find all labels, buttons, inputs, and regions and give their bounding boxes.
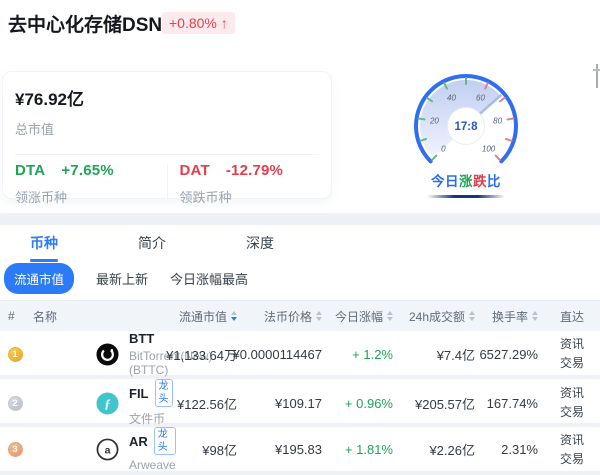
- top-loser-symbol: DAT: [180, 162, 210, 179]
- header-volume-sort[interactable]: 24h成交额: [393, 308, 475, 325]
- fil-coin-icon: ƒ: [96, 392, 119, 415]
- gauge-chart-icon: 0 20 40 60 80 100 17:8: [405, 62, 527, 184]
- cell-change: + 1.2%: [322, 347, 393, 362]
- coin-fullname: 文件币: [129, 410, 173, 427]
- coin-symbol: FIL: [129, 386, 149, 401]
- sector-change-badge: +0.80% ↑: [162, 12, 235, 34]
- cell-turnover: 2.31%: [475, 442, 538, 457]
- header-change-sort[interactable]: 今日涨幅: [322, 308, 393, 325]
- top-gainer-block: DTA +7.65% 领涨币种: [3, 162, 167, 206]
- up-down-ratio-gauge: 0 20 40 60 80 100 17:8 今日涨跌比: [405, 62, 527, 198]
- gauge-ratio-value: 17:8: [454, 121, 478, 133]
- gauge-label-underline: [427, 195, 505, 198]
- filter-newest[interactable]: 最新上新: [96, 269, 148, 288]
- news-link[interactable]: 资讯: [560, 432, 584, 449]
- cell-turnover: 167.74%: [475, 396, 538, 411]
- btt-coin-icon: [96, 343, 119, 366]
- coin-fullname: Arweave: [129, 458, 176, 472]
- rank-badge: 1: [8, 347, 23, 362]
- top-gainer-label: 领涨币种: [15, 187, 167, 206]
- cell-volume: ¥2.26亿: [393, 440, 475, 459]
- svg-text:60: 60: [476, 94, 485, 103]
- cell-market-cap: ¥122.56亿: [162, 394, 237, 413]
- header-rank: #: [0, 309, 30, 323]
- cell-turnover: 6527.29%: [475, 347, 538, 362]
- top-gainer-symbol: DTA: [15, 162, 45, 179]
- cell-change: + 0.96%: [322, 396, 393, 411]
- tab-coins[interactable]: 币种: [30, 233, 58, 253]
- total-market-cap-label: 总市值: [15, 119, 331, 138]
- svg-text:100: 100: [482, 145, 496, 154]
- svg-text:ƒ: ƒ: [104, 396, 110, 410]
- market-summary-card: ¥76.92亿 总市值 DTA+7.65% 领涨币种 DAT-12.79% 领跌…: [2, 71, 332, 199]
- cell-volume: ¥205.57亿: [393, 394, 475, 413]
- coin-symbol: AR: [129, 434, 148, 449]
- table-row-ar[interactable]: 3 a AR龙头 Arweave ¥98亿 ¥195.83 + 1.81% ¥2…: [0, 427, 600, 475]
- ar-coin-icon: a: [96, 438, 119, 461]
- clipped-floating-widget-icon: [592, 64, 600, 90]
- rank-badge: 3: [8, 442, 23, 457]
- svg-text:a: a: [105, 444, 111, 456]
- coin-table: # 名称 流通市值 法币价格 今日涨幅 24h成交额 换手率 直达 1: [0, 300, 600, 475]
- cell-market-cap: ¥1,133.64万: [162, 345, 237, 364]
- card-divider: [15, 154, 319, 155]
- top-loser-block: DAT -12.79% 领跌币种: [168, 162, 332, 206]
- svg-text:20: 20: [429, 117, 439, 126]
- table-row-fil[interactable]: 2 ƒ FIL龙头 文件币 ¥122.56亿 ¥109.17 + 0.96% ¥…: [0, 379, 600, 427]
- cell-change: + 1.81%: [322, 442, 393, 457]
- cell-market-cap: ¥98亿: [162, 440, 237, 459]
- total-market-cap-value: ¥76.92亿: [15, 85, 331, 110]
- gauge-label: 今日涨跌比: [405, 170, 527, 190]
- header-direct: 直达: [538, 308, 600, 325]
- svg-text:80: 80: [493, 117, 502, 126]
- tab-bar: 币种 简介 深度: [0, 225, 600, 261]
- svg-text:40: 40: [447, 94, 456, 103]
- news-link[interactable]: 资讯: [560, 336, 584, 353]
- table-header-row: # 名称 流通市值 法币价格 今日涨幅 24h成交额 换手率 直达: [0, 300, 600, 331]
- cell-price: ¥195.83: [237, 442, 322, 457]
- top-loser-change: -12.79%: [226, 162, 283, 179]
- rank-badge: 2: [8, 396, 23, 411]
- trade-link[interactable]: 交易: [560, 355, 584, 372]
- news-link[interactable]: 资讯: [560, 385, 584, 402]
- filter-top-gainers[interactable]: 今日涨幅最高: [170, 269, 248, 288]
- header-turnover-sort[interactable]: 换手率: [475, 308, 538, 325]
- page-title: 去中心化存储DSN: [8, 10, 162, 37]
- section-separator: [0, 213, 600, 225]
- table-row-btt[interactable]: 1 BTT BitTorrent(New)(BTTC) ¥1,133.64万 ¥…: [0, 331, 600, 379]
- header-market-cap-sort[interactable]: 流通市值: [162, 308, 237, 325]
- cell-volume: ¥7.4亿: [393, 345, 475, 364]
- svg-text:0: 0: [441, 145, 446, 154]
- coin-symbol: BTT: [129, 331, 154, 346]
- header-price-sort[interactable]: 法币价格: [237, 308, 322, 325]
- top-loser-label: 领跌币种: [180, 187, 332, 206]
- tab-depth[interactable]: 深度: [246, 233, 274, 253]
- cell-price: ¥109.17: [237, 396, 322, 411]
- header-name: 名称: [30, 308, 162, 325]
- filter-market-cap[interactable]: 流通市值: [4, 263, 74, 294]
- cell-price: ¥0.0000114467: [237, 347, 322, 362]
- trade-link[interactable]: 交易: [560, 451, 584, 468]
- filter-bar: 流通市值 最新上新 今日涨幅最高: [4, 264, 248, 292]
- trade-link[interactable]: 交易: [560, 404, 584, 421]
- top-gainer-change: +7.65%: [61, 162, 114, 179]
- tab-intro[interactable]: 简介: [138, 233, 166, 253]
